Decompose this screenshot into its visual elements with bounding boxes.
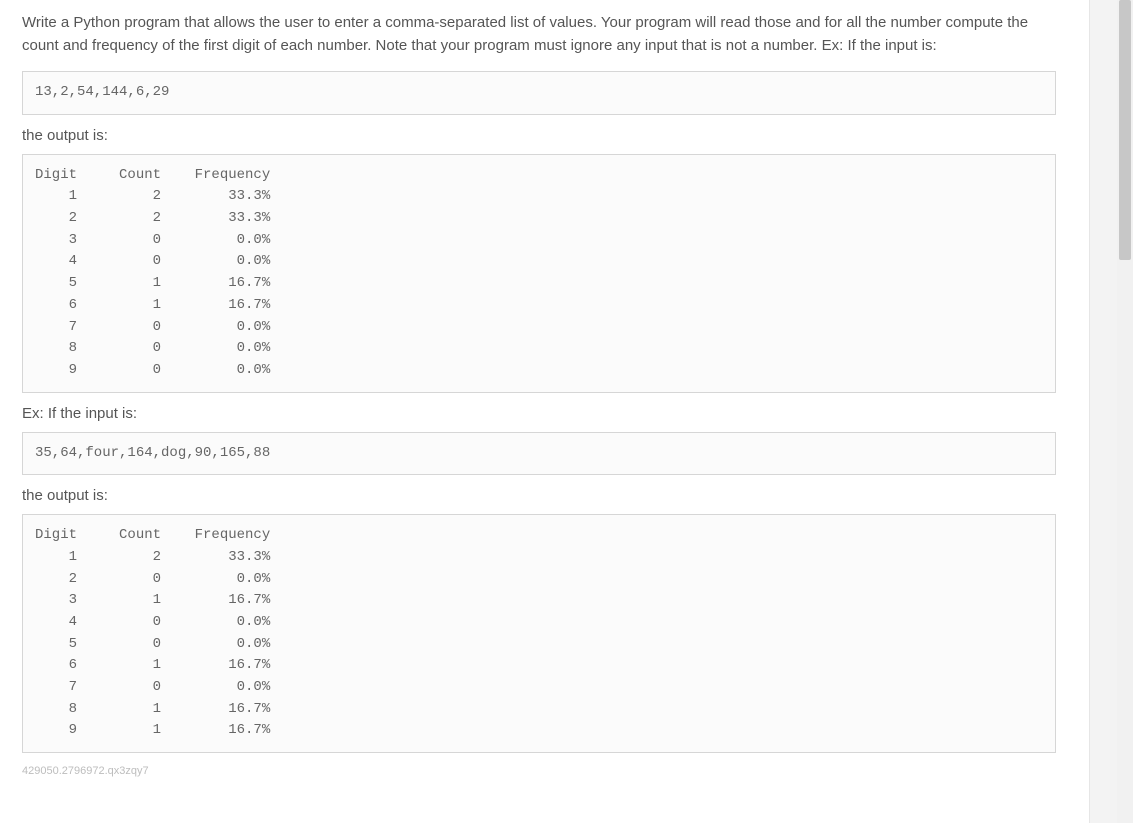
example1-output-label: the output is:	[22, 127, 1056, 144]
footer-id: 429050.2796972.qx3zqy7	[22, 765, 1056, 777]
scrollbar-thumb[interactable]	[1119, 0, 1131, 260]
scrollbar-track[interactable]	[1117, 0, 1133, 823]
example1-output-code: Digit Count Frequency 1 2 33.3% 2 2 33.3…	[22, 154, 1056, 393]
example2-input-code: 35,64,four,164,dog,90,165,88	[22, 432, 1056, 476]
example2-output-label: the output is:	[22, 487, 1056, 504]
example1-input-code: 13,2,54,144,6,29	[22, 71, 1056, 115]
example2-output-code: Digit Count Frequency 1 2 33.3% 2 0 0.0%…	[22, 514, 1056, 753]
intro-paragraph: Write a Python program that allows the u…	[22, 12, 1056, 57]
content-column: Write a Python program that allows the u…	[0, 0, 1078, 777]
page: Write a Python program that allows the u…	[0, 0, 1133, 823]
example2-prompt-label: Ex: If the input is:	[22, 405, 1056, 422]
